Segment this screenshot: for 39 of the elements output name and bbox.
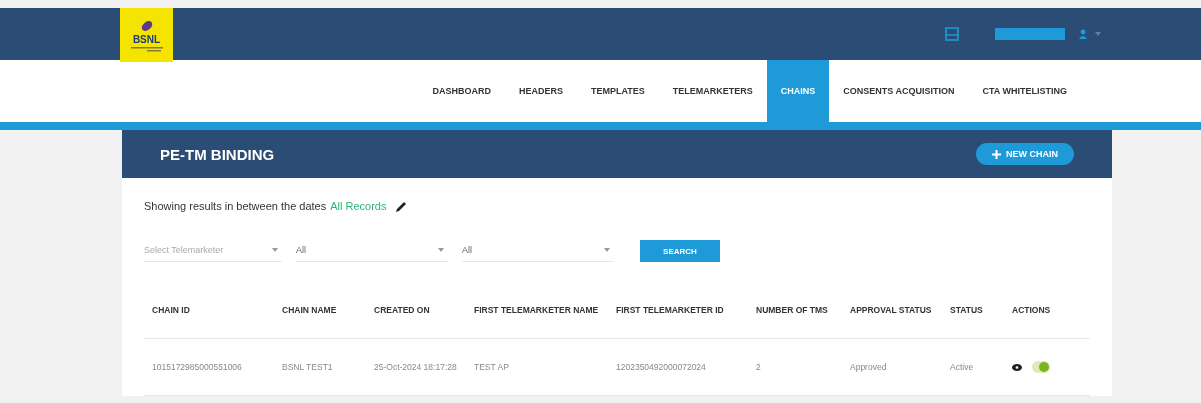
plus-icon [992, 149, 1001, 159]
column-header: CREATED ON [373, 305, 431, 315]
table-cell-text: TEST AP [473, 362, 510, 372]
table-cell-text: 25-Oct-2024 18:17:28 [373, 362, 458, 372]
table-cell-text: 1202350492000072024 [615, 362, 707, 372]
caret-icon [272, 247, 278, 252]
nav-tab[interactable]: TEMPLATES [576, 60, 659, 122]
date-range-text: Showing results in between the dates [144, 200, 327, 212]
nav-tab[interactable]: DASHBOARD [418, 60, 505, 122]
column-header: CHAIN ID [151, 305, 191, 315]
tagline-icon [130, 45, 163, 52]
column-header: APPROVAL STATUS [849, 305, 933, 315]
table-cell-text: Active [949, 362, 975, 372]
column-header: FIRST TELEMARKETER ID [615, 305, 725, 315]
filter-dropdown[interactable]: All [462, 240, 614, 262]
column-header: STATUS [949, 305, 984, 315]
nav-tab[interactable]: HEADERS [504, 60, 577, 122]
panel-title: PE-TM BINDING [160, 145, 275, 163]
nav-tab[interactable]: CONSENTS ACQUISITION [829, 60, 969, 122]
toggle-switch[interactable] [1032, 361, 1050, 373]
view-icon[interactable] [1012, 363, 1022, 371]
table-cell-text: 2 [755, 362, 762, 372]
caret-icon [604, 247, 610, 252]
column-header: CHAIN NAME [281, 305, 338, 315]
column-header: ACTIONS [1011, 305, 1052, 315]
caret-icon [438, 247, 444, 252]
table-cell-text: 1015172985000551006 [151, 362, 243, 372]
column-header: NUMBER OF TMS [755, 305, 829, 315]
inbox-icon[interactable] [945, 27, 959, 41]
caret-icon[interactable] [1095, 32, 1101, 36]
filter-dropdown[interactable]: All [296, 240, 448, 262]
edit-icon[interactable] [396, 200, 408, 212]
column-header: FIRST TELEMARKETER NAME [473, 305, 600, 315]
table-cell-text: Approved [849, 362, 888, 372]
user-icon[interactable] [1079, 29, 1087, 39]
nav-tab[interactable]: TELEMARKETERS [658, 60, 767, 122]
nav-tab[interactable]: CTA WHITELISTING [968, 60, 1081, 122]
logo-text: BSNL [132, 33, 161, 45]
table-cell-text: BSNL TEST1 [281, 362, 334, 372]
